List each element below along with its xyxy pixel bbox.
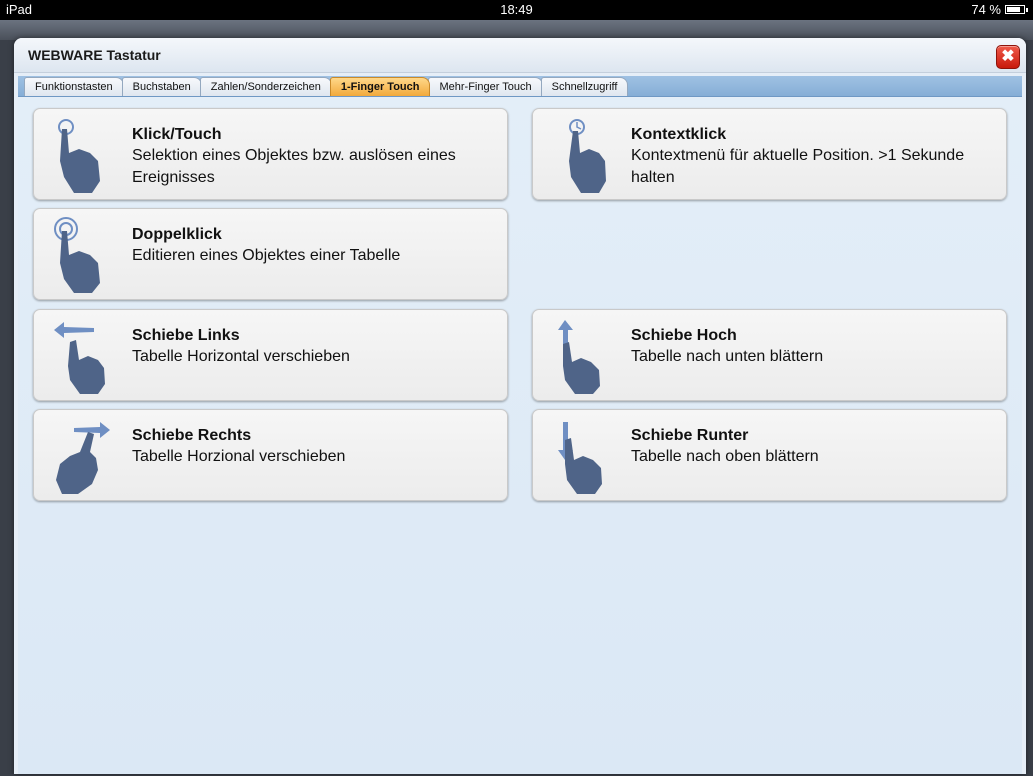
gesture-card-klick-touch[interactable]: Klick/Touch Selektion eines Objektes bzw… bbox=[33, 108, 508, 200]
long-press-gesture-icon bbox=[569, 119, 606, 193]
gesture-card-doppelklick[interactable]: Doppelklick Editieren eines Objektes ein… bbox=[33, 208, 508, 300]
gesture-description: Kontextmenü für aktuelle Position. >1 Se… bbox=[631, 147, 965, 186]
tab-funktionstasten[interactable]: Funktionstasten bbox=[24, 77, 124, 96]
close-icon: ✖ bbox=[1001, 48, 1015, 65]
background-app-strip bbox=[0, 20, 1033, 40]
battery-indicator: 74 % bbox=[971, 2, 1028, 17]
gesture-title: Schiebe Runter bbox=[631, 427, 749, 444]
status-bar: iPad 18:49 74 % bbox=[0, 0, 1033, 20]
tab-zahlen-sonderzeichen[interactable]: Zahlen/Sonderzeichen bbox=[199, 77, 332, 96]
swipe-down-gesture-icon bbox=[558, 422, 602, 494]
gesture-description: Editieren eines Objektes einer Tabelle bbox=[132, 247, 401, 264]
tab-bar: Funktionstasten Buchstaben Zahlen/Sonder… bbox=[18, 76, 1022, 97]
gesture-title: Klick/Touch bbox=[132, 126, 222, 143]
tap-gesture-icon bbox=[58, 119, 100, 193]
battery-percent: 74 % bbox=[971, 2, 1001, 17]
gesture-card-schiebe-runter[interactable]: Schiebe Runter Tabelle nach oben blätter… bbox=[532, 409, 1007, 501]
gesture-title: Doppelklick bbox=[132, 226, 222, 243]
clock: 18:49 bbox=[500, 2, 533, 17]
gesture-description: Tabelle Horizontal verschieben bbox=[132, 348, 350, 365]
gesture-card-schiebe-rechts[interactable]: Schiebe Rechts Tabelle Horzional verschi… bbox=[33, 409, 508, 501]
gesture-description: Tabelle nach oben blättern bbox=[631, 448, 819, 465]
battery-icon bbox=[1005, 5, 1028, 14]
dialog-titlebar: WEBWARE Tastatur ✖ bbox=[14, 38, 1026, 73]
tab-schnellzugriff[interactable]: Schnellzugriff bbox=[540, 77, 629, 96]
swipe-left-gesture-icon bbox=[54, 322, 105, 394]
double-tap-gesture-icon bbox=[54, 217, 100, 293]
swipe-right-gesture-icon bbox=[56, 422, 110, 494]
tab-buchstaben[interactable]: Buchstaben bbox=[121, 77, 202, 96]
gesture-title: Kontextklick bbox=[631, 126, 727, 143]
gesture-card-schiebe-links[interactable]: Schiebe Links Tabelle Horizontal verschi… bbox=[33, 309, 508, 401]
dialog-title: WEBWARE Tastatur bbox=[28, 47, 161, 63]
gesture-panel: Klick/Touch Selektion eines Objektes bzw… bbox=[18, 98, 1022, 774]
keyboard-dialog: WEBWARE Tastatur ✖ Funktionstasten Buchs… bbox=[14, 38, 1026, 774]
gesture-card-schiebe-hoch[interactable]: Schiebe Hoch Tabelle nach unten blättern bbox=[532, 309, 1007, 401]
gesture-card-kontextklick[interactable]: Kontextklick Kontextmenü für aktuelle Po… bbox=[532, 108, 1007, 200]
gesture-title: Schiebe Links bbox=[132, 327, 240, 344]
tab-mehr-finger-touch[interactable]: Mehr-Finger Touch bbox=[428, 77, 543, 96]
gesture-title: Schiebe Hoch bbox=[631, 327, 737, 344]
tab-1-finger-touch[interactable]: 1-Finger Touch bbox=[329, 77, 431, 96]
gesture-title: Schiebe Rechts bbox=[132, 427, 252, 444]
gesture-description: Selektion eines Objektes bzw. auslösen e… bbox=[132, 147, 456, 186]
gesture-description: Tabelle nach unten blättern bbox=[631, 348, 824, 365]
swipe-up-gesture-icon bbox=[558, 320, 600, 394]
gesture-description: Tabelle Horzional verschieben bbox=[132, 448, 346, 465]
close-button[interactable]: ✖ bbox=[996, 45, 1020, 69]
